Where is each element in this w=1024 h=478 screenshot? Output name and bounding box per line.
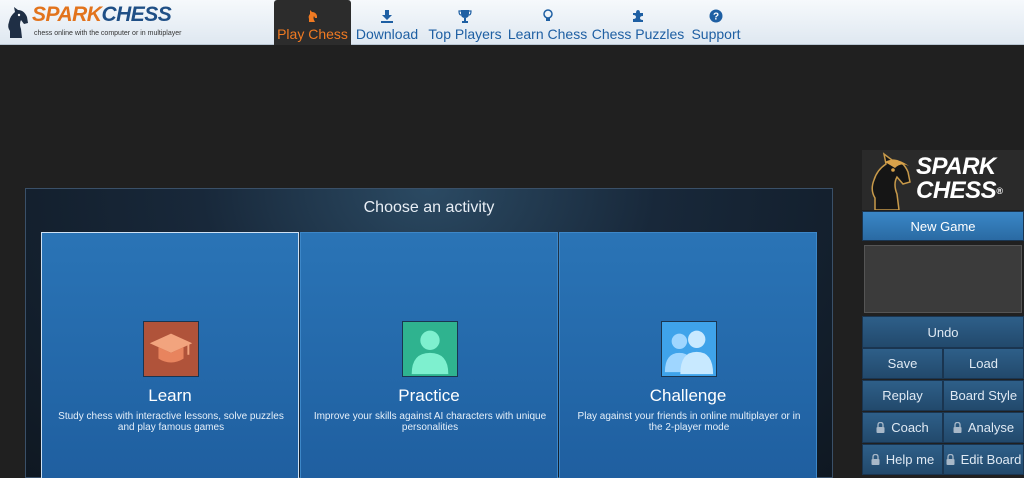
lightbulb-icon bbox=[542, 9, 553, 21]
save-button[interactable]: Save bbox=[862, 348, 943, 379]
sparkchess-side-logo: SPARK CHESS® bbox=[862, 150, 1024, 210]
nav-support-label: Support bbox=[691, 26, 741, 42]
analyse-label: Analyse bbox=[967, 420, 1015, 435]
coach-label: Coach bbox=[891, 420, 929, 435]
help-me-label: Help me bbox=[885, 452, 935, 467]
user-icon bbox=[402, 321, 458, 377]
logo-tagline: chess online with the computer or in mul… bbox=[34, 30, 182, 37]
nav-support[interactable]: ? Support bbox=[690, 0, 742, 45]
nav-learn-chess[interactable]: Learn Chess bbox=[507, 0, 588, 45]
undo-label: Undo bbox=[927, 324, 959, 340]
graduation-cap-icon bbox=[143, 321, 199, 377]
lock-icon bbox=[876, 422, 885, 433]
logo-chess-text: CHESS bbox=[101, 3, 172, 26]
new-game-button[interactable]: New Game bbox=[862, 211, 1024, 241]
side-logo-chess: CHESS® bbox=[916, 177, 1003, 204]
panel-title: Choose an activity bbox=[363, 199, 495, 216]
nav-play-chess-label: Play Chess bbox=[277, 26, 348, 42]
logo-spark-text: SPARK bbox=[32, 3, 102, 26]
side-logo-spark: SPARK bbox=[916, 153, 996, 180]
challenge-card-description: Play against your friends in online mult… bbox=[577, 411, 801, 433]
nav-top-players-label: Top Players bbox=[428, 26, 502, 42]
load-label: Load bbox=[969, 356, 998, 371]
lock-icon bbox=[946, 454, 955, 465]
nav-download-label: Download bbox=[355, 26, 419, 42]
lock-icon bbox=[953, 422, 962, 433]
nav-learn-chess-label: Learn Chess bbox=[507, 26, 588, 42]
sparkchess-logo[interactable]: SPARKCHESS chess online with the compute… bbox=[4, 3, 194, 41]
question-icon: ? bbox=[709, 9, 723, 23]
coach-button[interactable]: Coach bbox=[862, 412, 943, 443]
analyse-button[interactable]: Analyse bbox=[943, 412, 1024, 443]
undo-button[interactable]: Undo bbox=[862, 316, 1024, 348]
help-me-button[interactable]: Help me bbox=[862, 444, 943, 475]
board-preview-area bbox=[864, 245, 1022, 313]
horse-logo-icon bbox=[8, 7, 28, 38]
learn-card[interactable]: Learn Study chess with interactive lesso… bbox=[41, 232, 299, 478]
practice-card-title: Practice bbox=[398, 386, 460, 405]
activity-panel: Choose an activity Learn Study chess wit… bbox=[25, 188, 833, 478]
lock-icon bbox=[871, 454, 880, 465]
users-icon bbox=[661, 321, 717, 377]
svg-text:?: ? bbox=[713, 12, 719, 23]
knight-icon bbox=[308, 10, 317, 22]
edit-board-label: Edit Board bbox=[960, 452, 1022, 467]
download-icon bbox=[381, 10, 393, 23]
game-side-panel: SPARK CHESS® New Game Undo Save Load Rep… bbox=[862, 150, 1024, 478]
nav-chess-puzzles-label: Chess Puzzles bbox=[591, 26, 685, 42]
side-logo-registered-mark: ® bbox=[996, 186, 1003, 196]
replay-button[interactable]: Replay bbox=[862, 380, 943, 411]
replay-label: Replay bbox=[882, 388, 923, 403]
learn-card-title: Learn bbox=[148, 386, 192, 405]
board-style-label: Board Style bbox=[949, 388, 1018, 403]
challenge-card-title: Challenge bbox=[649, 386, 727, 405]
nav-play-chess[interactable]: Play Chess bbox=[274, 0, 351, 45]
save-label: Save bbox=[887, 356, 918, 371]
knight-logo-icon bbox=[871, 152, 911, 210]
side-logo-chess-text: CHESS bbox=[916, 177, 997, 204]
logo-wordmark: SPARKCHESS bbox=[32, 3, 172, 26]
practice-card-description: Improve your skills against AI character… bbox=[313, 411, 547, 433]
trophy-icon bbox=[458, 10, 472, 23]
nav-chess-puzzles[interactable]: Chess Puzzles bbox=[592, 0, 684, 45]
load-button[interactable]: Load bbox=[943, 348, 1024, 379]
nav-top-players[interactable]: Top Players bbox=[428, 0, 502, 45]
board-style-button[interactable]: Board Style bbox=[943, 380, 1024, 411]
top-navigation-bar: SPARKCHESS chess online with the compute… bbox=[0, 0, 1024, 45]
challenge-card[interactable]: Challenge Play against your friends in o… bbox=[559, 232, 817, 478]
practice-card[interactable]: Practice Improve your skills against AI … bbox=[300, 232, 558, 478]
edit-board-button[interactable]: Edit Board bbox=[943, 444, 1024, 475]
nav-download[interactable]: Download bbox=[355, 0, 419, 45]
learn-card-description: Study chess with interactive lessons, so… bbox=[58, 411, 284, 433]
puzzle-icon bbox=[633, 10, 643, 22]
